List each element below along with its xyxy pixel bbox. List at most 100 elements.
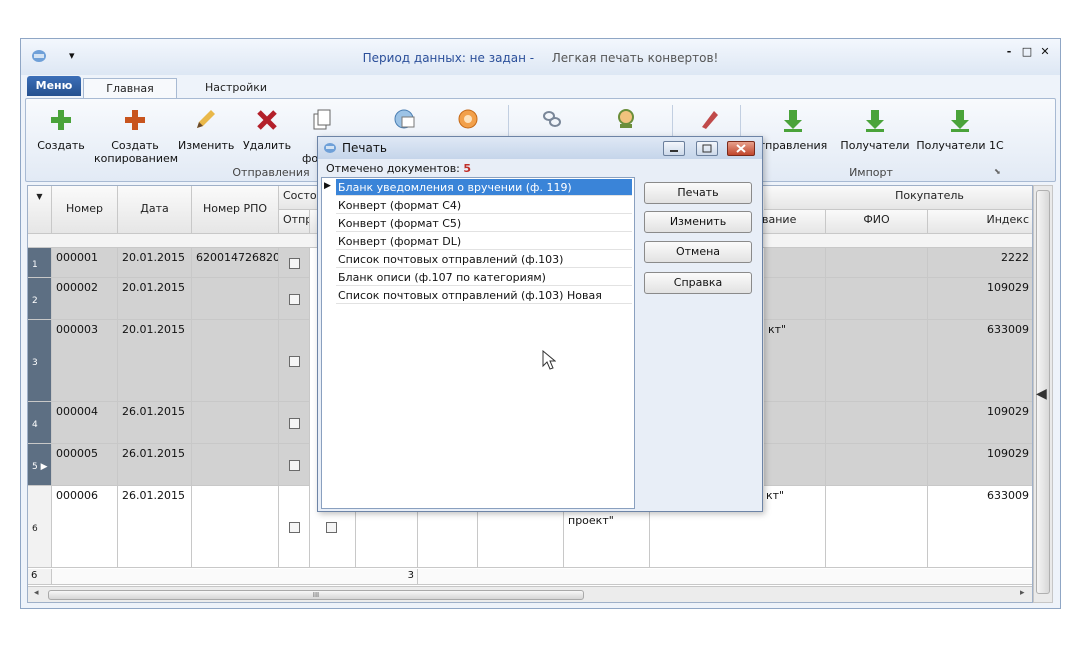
cell-date[interactable]: 20.01.2015 (118, 320, 192, 402)
row-header[interactable]: 5 ▶ (28, 444, 52, 486)
cell-index[interactable]: 109029 (928, 444, 1032, 486)
cell-number[interactable]: 000004 (52, 402, 118, 444)
tools-icon[interactable] (698, 107, 722, 134)
col-status-sent[interactable]: Отпр (279, 210, 310, 234)
cell-fio[interactable] (826, 320, 928, 402)
vertical-scrollbar[interactable]: ◀ (1033, 185, 1053, 603)
import-shipments-button[interactable]: тправления (756, 107, 830, 152)
cell-number[interactable]: 000002 (52, 278, 118, 320)
dialog-maximize-button[interactable] (696, 141, 718, 156)
cell-rpo[interactable] (192, 402, 279, 444)
col-buyer[interactable]: Покупатель (826, 186, 1032, 210)
collapse-arrow-icon[interactable]: ◀ (1036, 386, 1047, 402)
col-date[interactable]: Дата (118, 186, 192, 234)
col-rpo[interactable]: Номер РПО (192, 186, 279, 234)
dialog-app-icon (323, 141, 337, 158)
row-header[interactable]: 1 (28, 248, 52, 278)
tab-settings[interactable]: Настройки (191, 78, 281, 100)
list-item[interactable]: Конверт (формат DL) (336, 233, 632, 250)
scroll-right-icon[interactable]: ▸ (1020, 588, 1025, 598)
cell-number[interactable]: 000001 (52, 248, 118, 278)
list-item[interactable]: Бланк описи (ф.107 по категориям) (336, 269, 632, 286)
cell-number[interactable]: 000005 (52, 444, 118, 486)
col-index[interactable]: Индекс (928, 210, 1032, 234)
sent-checkbox[interactable] (289, 522, 300, 533)
cell-fio[interactable] (826, 248, 928, 278)
tab-home[interactable]: Главная (83, 78, 177, 100)
sent-checkbox[interactable] (289, 460, 300, 471)
cell-rpo[interactable] (192, 444, 279, 486)
dialog-close-button[interactable] (727, 141, 755, 156)
delete-button[interactable]: Удалить (242, 107, 292, 152)
maximize-button[interactable]: □ (1019, 45, 1035, 59)
scroll-left-icon[interactable]: ◂ (34, 588, 39, 598)
cell-index[interactable]: 109029 (928, 278, 1032, 320)
cell-date[interactable]: 20.01.2015 (118, 248, 192, 278)
row-number: 5 (32, 462, 38, 472)
users-search-icon[interactable] (614, 107, 638, 134)
row-header[interactable]: 6 (28, 486, 52, 568)
col-number[interactable]: Номер (52, 186, 118, 234)
cell-number[interactable]: 000006 (52, 486, 118, 568)
cell-date[interactable]: 20.01.2015 (118, 278, 192, 320)
cell-fio[interactable] (826, 402, 928, 444)
scroll-thumb[interactable]: III (48, 590, 584, 600)
import-recipients-1c-button[interactable]: Получатели 1С (916, 107, 1004, 152)
cell-rpo[interactable]: 62001472682053 (192, 248, 279, 278)
dialog-title-bar: Печать (318, 137, 762, 159)
cell-index[interactable]: 2222 (928, 248, 1032, 278)
edit-form-button[interactable]: Изменить (644, 211, 752, 233)
cell-fio[interactable] (826, 486, 928, 568)
ribbon-tabs: Меню Главная Настройки (21, 75, 1060, 100)
list-item[interactable]: Конверт (формат С5) (336, 215, 632, 232)
sent-checkbox[interactable] (289, 294, 300, 305)
grid-corner[interactable]: ▼ (28, 186, 52, 234)
group-expand-icon[interactable]: ⬊ (994, 167, 1001, 176)
print-button[interactable]: Печать (644, 182, 752, 204)
globe-icon[interactable] (392, 107, 416, 134)
row-header[interactable]: 3 (28, 320, 52, 402)
sent-checkbox[interactable] (289, 258, 300, 269)
list-item[interactable]: Конверт (формат С4) (336, 197, 632, 214)
cell-date[interactable]: 26.01.2015 (118, 486, 192, 568)
cell-rpo[interactable] (192, 320, 279, 402)
sent-checkbox[interactable] (289, 418, 300, 429)
refresh-icon[interactable] (456, 107, 480, 134)
list-item[interactable]: Список почтовых отправлений (ф.103) (336, 251, 632, 268)
close-button[interactable]: ✕ (1037, 45, 1053, 59)
col-recipient[interactable] (764, 186, 828, 210)
cell-index[interactable]: 633009 (928, 320, 1032, 402)
paperclips-icon[interactable] (540, 107, 564, 134)
list-item[interactable]: Список почтовых отправлений (ф.103) Нова… (336, 287, 632, 304)
create-button[interactable]: Создать (34, 107, 88, 152)
cell-name[interactable]: кт" (764, 320, 826, 402)
group-label-shipments: Отправления (232, 166, 310, 179)
marked-documents: Отмечено документов: 5 (326, 162, 471, 175)
cell-rpo[interactable] (192, 486, 279, 568)
horizontal-scrollbar[interactable]: ◂ III ▸ (28, 586, 1032, 602)
col-status[interactable]: Состо (279, 186, 319, 210)
sent-checkbox[interactable] (289, 356, 300, 367)
row-header[interactable]: 4 (28, 402, 52, 444)
cell-fio[interactable] (826, 278, 928, 320)
edit-button[interactable]: Изменить (178, 107, 234, 152)
help-button[interactable]: Справка (644, 272, 752, 294)
cell-date[interactable]: 26.01.2015 (118, 444, 192, 486)
col-fio[interactable]: ФИО (826, 210, 928, 234)
cell-rpo[interactable] (192, 278, 279, 320)
cell-index[interactable]: 109029 (928, 402, 1032, 444)
row-header[interactable]: 2 (28, 278, 52, 320)
dialog-minimize-button[interactable] (663, 141, 685, 156)
cell-number[interactable]: 000003 (52, 320, 118, 402)
minimize-button[interactable]: - (1001, 45, 1017, 59)
create-copy-button[interactable]: Создать копированием (94, 107, 178, 165)
pencil-icon (192, 107, 218, 133)
list-item[interactable]: Бланк уведомления о вручении (ф. 119) (336, 179, 632, 196)
cell-index[interactable]: 633009 (928, 486, 1032, 568)
cell-date[interactable]: 26.01.2015 (118, 402, 192, 444)
cancel-button[interactable]: Отмена (644, 241, 752, 263)
menu-button[interactable]: Меню (27, 76, 81, 96)
cell-fio[interactable] (826, 444, 928, 486)
import-recipients-button[interactable]: Получатели (840, 107, 910, 152)
status-checkbox[interactable] (326, 522, 337, 533)
